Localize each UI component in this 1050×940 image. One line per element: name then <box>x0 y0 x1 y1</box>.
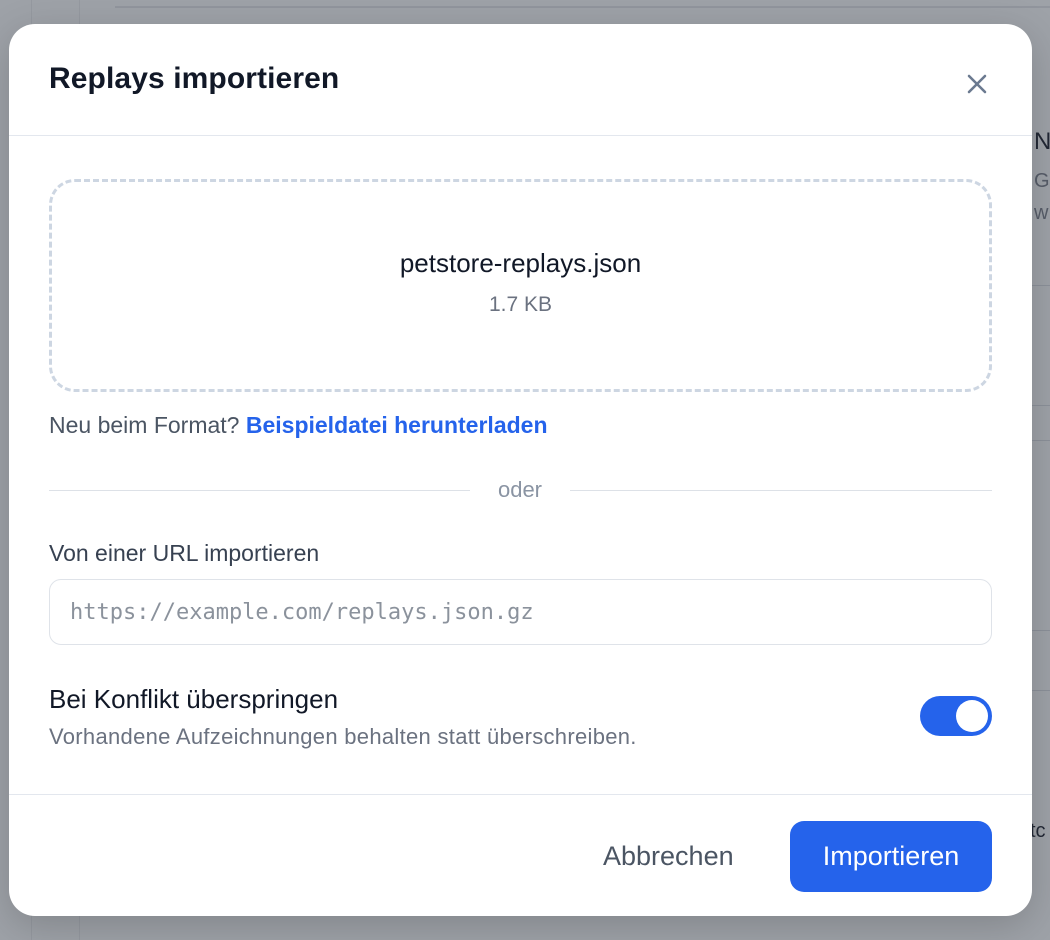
skip-conflict-toggle[interactable] <box>920 696 992 736</box>
skip-conflict-title: Bei Konflikt überspringen <box>49 684 339 714</box>
skip-conflict-description: Vorhandene Aufzeichnungen behalten statt… <box>49 724 637 749</box>
selected-file-name: petstore-replays.json <box>399 248 642 278</box>
url-import-input[interactable] <box>49 579 992 645</box>
close-icon <box>967 74 987 94</box>
format-hint: Neu beim Format? Beispieldatei herunterl… <box>49 412 548 439</box>
import-replays-dialog: Replays importieren petstore-replays.jso… <box>9 24 1032 916</box>
divider-line <box>49 490 470 491</box>
download-sample-link[interactable]: Beispieldatei herunterladen <box>246 412 548 438</box>
file-dropzone[interactable]: petstore-replays.json 1.7 KB <box>49 179 992 392</box>
or-divider: oder <box>49 477 992 503</box>
dialog-header: Replays importieren <box>9 24 1032 136</box>
or-divider-text: oder <box>497 477 543 502</box>
close-button[interactable] <box>959 66 995 102</box>
import-button[interactable]: Importieren <box>790 821 992 892</box>
dialog-title: Replays importieren <box>49 62 340 95</box>
divider-line <box>570 490 992 491</box>
dialog-footer: Abbrechen Importieren <box>9 794 1032 916</box>
url-import-label: Von einer URL importieren <box>49 540 320 566</box>
cancel-button[interactable]: Abbrechen <box>583 821 754 891</box>
toggle-knob <box>956 700 988 732</box>
selected-file-size: 1.7 KB <box>488 293 553 316</box>
format-hint-text: Neu beim Format? <box>49 412 240 438</box>
